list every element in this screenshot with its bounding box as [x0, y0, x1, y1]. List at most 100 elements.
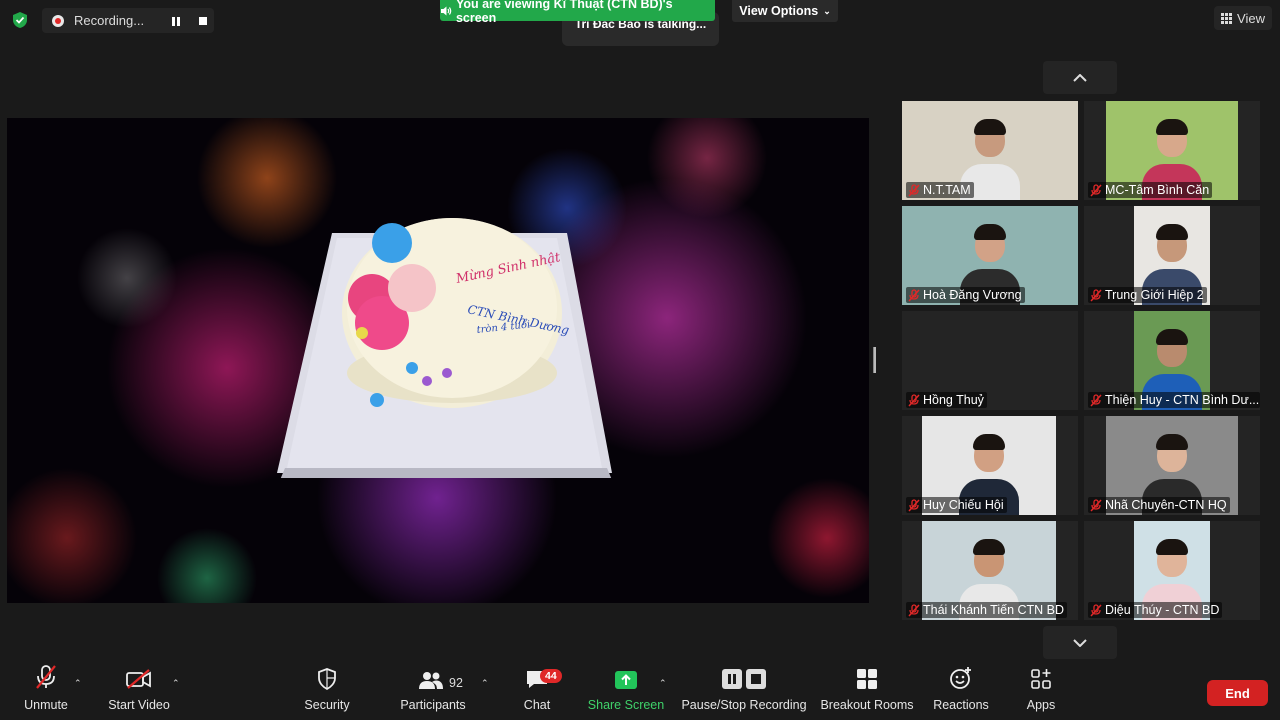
participant-name-bar: Thiện Huy - CTN Bình Dư... — [1088, 392, 1260, 408]
stop-recording-button[interactable] — [194, 12, 212, 30]
view-options-label: View Options — [739, 4, 819, 18]
participant-name-bar: N.T.TAM — [906, 182, 974, 198]
panel-resize-handle[interactable] — [873, 347, 876, 373]
pause-stop-icon — [722, 669, 766, 689]
gallery-page-up-button[interactable] — [1043, 61, 1117, 94]
participant-name-bar: Hoà Đăng Vương — [906, 287, 1025, 303]
recording-dot-icon — [52, 14, 64, 27]
mic-muted-icon — [1090, 288, 1102, 302]
participant-name: Hồng Thuỷ — [923, 393, 984, 407]
participant-name: MC-Tâm Bình Căn — [1105, 183, 1210, 197]
reactions-button[interactable]: Reactions — [932, 660, 990, 720]
breakout-rooms-label: Breakout Rooms — [820, 698, 914, 712]
start-video-button[interactable]: Start Video — [104, 660, 174, 720]
mic-muted-icon — [1090, 393, 1102, 407]
reactions-label: Reactions — [933, 698, 989, 712]
participant-name-bar: Huy Chiếu Hội — [906, 497, 1007, 513]
view-button[interactable]: View — [1214, 6, 1272, 30]
participant-tile[interactable]: Trung Giới Hiệp 2 — [1084, 206, 1260, 305]
participant-tile[interactable]: Thái Khánh Tiến CTN BD — [902, 521, 1078, 620]
pause-icon — [172, 16, 180, 26]
participant-tile[interactable]: Hoà Đăng Vương — [902, 206, 1078, 305]
mic-muted-icon — [908, 393, 920, 407]
chevron-down-icon: ⌄ — [823, 5, 831, 16]
participant-name-bar: Hồng Thuỷ — [906, 392, 987, 408]
stop-icon — [199, 17, 207, 25]
participants-button[interactable]: Participants — [396, 660, 470, 720]
recording-indicator: Recording... — [42, 8, 214, 33]
chat-unread-badge: 44 — [540, 669, 562, 683]
view-label: View — [1237, 10, 1265, 26]
breakout-rooms-button[interactable]: Breakout Rooms — [820, 660, 914, 720]
viewing-screen-banner: You are viewing Kĩ Thuật (CTN BD)'s scre… — [440, 0, 715, 25]
audio-options-caret-icon[interactable]: ⌃ — [74, 678, 82, 689]
shared-screen: Mừng Sinh nhật CTN Bình Dương tròn 4 tuổ… — [7, 118, 869, 603]
gallery-page-down-button[interactable] — [1043, 626, 1117, 659]
apps-label: Apps — [1026, 698, 1056, 712]
birthday-cake-image: Mừng Sinh nhật CTN Bình Dương tròn 4 tuổ… — [277, 218, 612, 478]
shield-icon — [318, 668, 336, 690]
participant-name: N.T.TAM — [923, 183, 971, 197]
participant-name-bar: Diệu Thúy - CTN BD — [1088, 602, 1223, 618]
mic-muted-icon — [1090, 603, 1102, 617]
video-off-icon — [126, 669, 151, 689]
participant-name: Thiện Huy - CTN Bình Dư... — [1105, 393, 1260, 407]
share-screen-label: Share Screen — [587, 698, 665, 712]
participant-name: Diệu Thúy - CTN BD — [1105, 603, 1220, 617]
participant-name: Trung Giới Hiệp 2 — [1105, 288, 1204, 302]
share-screen-icon — [615, 671, 637, 689]
grid-icon — [1221, 12, 1233, 24]
security-shield-icon[interactable] — [8, 8, 32, 32]
zoom-meeting-window: Recording... Trí Đắc Bảo is talking... Y… — [0, 0, 1280, 720]
reactions-icon — [950, 667, 971, 689]
video-options-caret-icon[interactable]: ⌃ — [172, 678, 180, 689]
microphone-muted-icon — [36, 665, 56, 689]
participant-name-bar: Thái Khánh Tiến CTN BD — [906, 602, 1068, 618]
pause-stop-recording-label: Pause/Stop Recording — [681, 698, 807, 712]
chevron-down-icon — [1073, 638, 1087, 647]
unmute-button[interactable]: Unmute — [16, 660, 76, 720]
participant-name: Nhã Chuyên-CTN HQ — [1105, 498, 1227, 512]
participant-tile[interactable]: Hồng Thuỷ — [902, 311, 1078, 410]
end-meeting-button[interactable]: End — [1207, 680, 1268, 706]
meeting-toolbar: Unmute ⌃ Start Video ⌃ Security Particip… — [0, 660, 1280, 720]
pause-recording-button[interactable] — [167, 12, 185, 30]
participant-name: Huy Chiếu Hội — [923, 498, 1004, 512]
mic-muted-icon — [1090, 498, 1102, 512]
chat-label: Chat — [523, 698, 551, 712]
participant-tile[interactable]: Thiện Huy - CTN Bình Dư... — [1084, 311, 1260, 410]
chevron-up-icon — [1073, 73, 1087, 82]
speaker-icon — [440, 6, 452, 15]
unmute-label: Unmute — [24, 698, 68, 712]
recording-label: Recording... — [74, 13, 145, 28]
mic-muted-icon — [908, 498, 920, 512]
participant-name-bar: Trung Giới Hiệp 2 — [1088, 287, 1207, 303]
security-button[interactable]: Security — [300, 660, 354, 720]
participant-tile[interactable]: Diệu Thúy - CTN BD — [1084, 521, 1260, 620]
participant-name-bar: MC-Tâm Bình Căn — [1088, 182, 1213, 198]
security-label: Security — [304, 698, 350, 712]
share-screen-button[interactable]: Share Screen — [588, 660, 664, 720]
participant-tile[interactable]: N.T.TAM — [902, 101, 1078, 200]
participant-name-bar: Nhã Chuyên-CTN HQ — [1088, 497, 1230, 513]
mic-muted-icon — [908, 288, 920, 302]
participant-tile[interactable]: MC-Tâm Bình Căn — [1084, 101, 1260, 200]
participant-name: Hoà Đăng Vương — [923, 288, 1022, 302]
mic-muted-icon — [908, 183, 920, 197]
pause-stop-recording-button[interactable]: Pause/Stop Recording — [681, 660, 807, 720]
start-video-label: Start Video — [108, 698, 170, 712]
viewing-banner-text: You are viewing Kĩ Thuật (CTN BD)'s scre… — [455, 0, 673, 25]
breakout-rooms-icon — [857, 669, 877, 689]
apps-icon — [1031, 669, 1051, 689]
view-options-dropdown[interactable]: View Options ⌄ — [732, 0, 838, 22]
participants-icon — [419, 672, 443, 689]
participant-tile[interactable]: Nhã Chuyên-CTN HQ — [1084, 416, 1260, 515]
share-options-caret-icon[interactable]: ⌃ — [659, 678, 667, 689]
apps-button[interactable]: Apps — [1020, 660, 1062, 720]
mic-muted-icon — [908, 603, 920, 617]
mic-muted-icon — [1090, 183, 1102, 197]
participants-label: Participants — [400, 698, 466, 712]
participant-tile[interactable]: Huy Chiếu Hội — [902, 416, 1078, 515]
participants-count: 92 — [449, 676, 463, 690]
participants-options-caret-icon[interactable]: ⌃ — [481, 678, 489, 689]
